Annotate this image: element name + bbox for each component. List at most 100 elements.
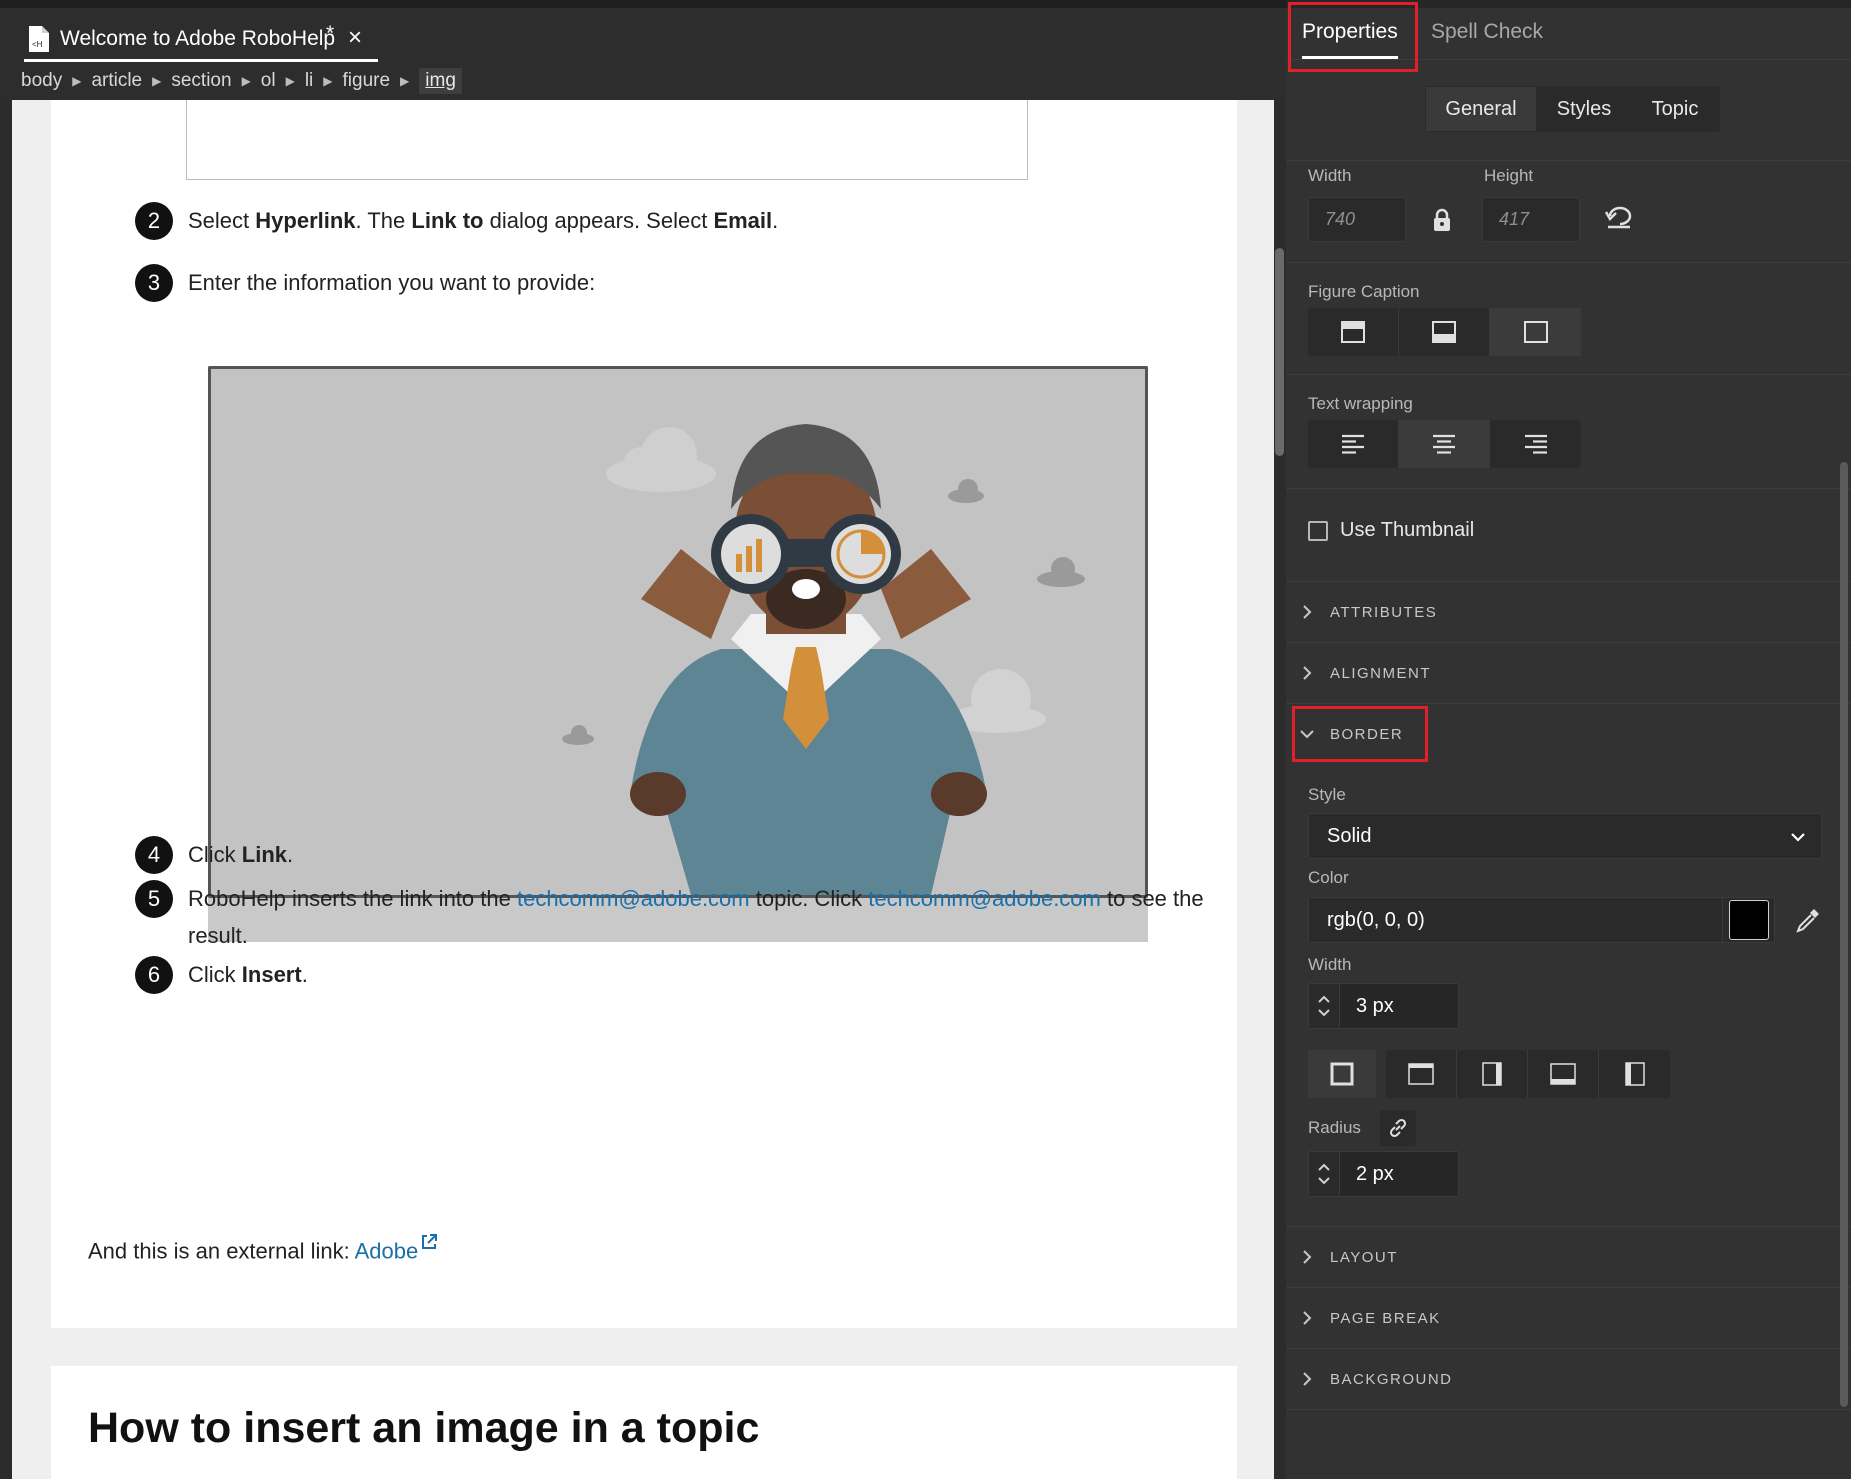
document-tab-bar: <H Welcome to Adobe RoboHelp * × <box>0 0 1286 62</box>
figure-caption-label: Figure Caption <box>1308 282 1420 301</box>
step-number: 5 <box>135 880 173 918</box>
topic-file-icon: <H <box>29 25 49 52</box>
email-link[interactable]: techcomm@adobe.com <box>868 886 1101 911</box>
border-color-swatch[interactable] <box>1729 900 1769 940</box>
breadcrumb-item[interactable]: figure <box>343 70 391 92</box>
list-item-step-2[interactable]: 2 Select Hyperlink. The Link to dialog a… <box>135 202 778 240</box>
border-width-label: Width <box>1308 955 1352 974</box>
tab-spell-check[interactable]: Spell Check <box>1431 20 1543 44</box>
section-background[interactable]: BACKGROUND <box>1286 1349 1851 1409</box>
list-item-step-3[interactable]: 3 Enter the information you want to prov… <box>135 264 595 302</box>
border-style-label: Style <box>1308 785 1346 804</box>
divider <box>1286 160 1851 161</box>
document-tab-title: Welcome to Adobe RoboHelp <box>60 26 336 50</box>
chevron-down-icon <box>1791 833 1805 842</box>
step-number: 4 <box>135 836 173 874</box>
chevron-right-icon <box>1303 1311 1312 1325</box>
section-attributes[interactable]: ATTRIBUTES <box>1286 582 1851 642</box>
breadcrumb-separator-icon: ▶ <box>285 74 295 88</box>
border-style-select[interactable]: Solid <box>1308 813 1822 859</box>
document-page: How to insert an image in a topic <box>51 1366 1237 1479</box>
border-all-sides-button[interactable] <box>1308 1050 1376 1098</box>
section-alignment[interactable]: ALIGNMENT <box>1286 643 1851 703</box>
border-radius-arrows[interactable] <box>1308 1151 1340 1197</box>
properties-segment-control: General Styles Topic <box>1425 86 1720 132</box>
figure[interactable] <box>208 366 1148 942</box>
caption-top-button[interactable] <box>1308 308 1399 356</box>
border-width-input[interactable]: 3 px <box>1340 983 1459 1029</box>
document-tab[interactable]: <H Welcome to Adobe RoboHelp * × <box>24 18 378 62</box>
previous-image-frame[interactable] <box>186 100 1028 180</box>
border-top-icon <box>1408 1063 1434 1085</box>
breadcrumb-current-item[interactable]: img <box>419 68 462 94</box>
segment-styles[interactable]: Styles <box>1536 87 1631 131</box>
caption-none-icon <box>1523 321 1548 343</box>
eyedropper-icon[interactable] <box>1794 906 1822 934</box>
highlight-box-properties <box>1288 2 1418 72</box>
width-input[interactable]: 740 <box>1308 197 1406 242</box>
height-input[interactable]: 417 <box>1482 197 1580 242</box>
border-bottom-icon <box>1550 1063 1576 1085</box>
divider <box>1286 262 1851 263</box>
use-thumbnail-checkbox[interactable] <box>1308 521 1328 541</box>
close-tab-icon[interactable]: × <box>348 24 362 52</box>
stepper-up-down-icon <box>1318 995 1330 1017</box>
breadcrumb-separator-icon: ▶ <box>241 74 251 88</box>
divider <box>1286 488 1851 489</box>
step-number: 3 <box>135 264 173 302</box>
panel-scrollbar-thumb[interactable] <box>1840 462 1848 1407</box>
border-bottom-button[interactable] <box>1528 1050 1599 1098</box>
step-text: RoboHelp inserts the link into the techc… <box>188 886 1204 948</box>
align-center-icon <box>1433 434 1455 454</box>
link-radius-button[interactable] <box>1380 1110 1416 1146</box>
external-link-paragraph: And this is an external link: Adobe <box>88 1234 438 1264</box>
step-text: Click Insert. <box>188 962 308 987</box>
align-right-icon <box>1524 434 1547 454</box>
list-item-step-6[interactable]: 6 Click Insert. <box>135 956 308 994</box>
breadcrumb-separator-icon: ▶ <box>400 74 410 88</box>
border-right-button[interactable] <box>1457 1050 1528 1098</box>
email-link[interactable]: techcomm@adobe.com <box>517 886 750 911</box>
caption-bottom-icon <box>1432 321 1456 343</box>
list-item-step-4[interactable]: 4 Click Link. <box>135 836 293 874</box>
binoculars-illustration-image[interactable] <box>208 366 1148 898</box>
wrap-right-button[interactable] <box>1490 420 1581 468</box>
segment-topic[interactable]: Topic <box>1631 87 1719 131</box>
width-label: Width <box>1308 166 1352 185</box>
wrap-center-button[interactable] <box>1399 420 1490 468</box>
caption-bottom-button[interactable] <box>1399 308 1490 356</box>
step-text: Enter the information you want to provid… <box>188 270 596 295</box>
divider <box>1286 1409 1851 1410</box>
reset-size-icon[interactable] <box>1604 206 1634 232</box>
breadcrumb-item[interactable]: li <box>305 70 313 92</box>
border-color-input[interactable]: rgb(0, 0, 0) <box>1308 897 1723 943</box>
section-page-break[interactable]: PAGE BREAK <box>1286 1288 1851 1348</box>
breadcrumb-separator-icon: ▶ <box>72 74 82 88</box>
height-label: Height <box>1484 166 1534 185</box>
border-top-button[interactable] <box>1386 1050 1457 1098</box>
border-left-button[interactable] <box>1599 1050 1670 1098</box>
border-right-icon <box>1482 1062 1502 1086</box>
document-canvas[interactable]: 2 Select Hyperlink. The Link to dialog a… <box>12 100 1274 1479</box>
breadcrumb-item[interactable]: section <box>171 70 231 92</box>
border-radius-stepper: 2 px <box>1308 1151 1463 1197</box>
chevron-right-icon <box>1303 605 1312 619</box>
segment-general[interactable]: General <box>1426 87 1536 131</box>
breadcrumb-item[interactable]: body <box>21 70 62 92</box>
list-item-step-5[interactable]: 5 RoboHelp inserts the link into the tec… <box>135 880 1204 954</box>
step-number: 2 <box>135 202 173 240</box>
unsaved-indicator: * <box>326 22 335 45</box>
step-number: 6 <box>135 956 173 994</box>
wrap-left-button[interactable] <box>1308 420 1399 468</box>
breadcrumb-item[interactable]: ol <box>261 70 276 92</box>
breadcrumb-item[interactable]: article <box>91 70 142 92</box>
align-left-icon <box>1342 434 1364 454</box>
border-width-arrows[interactable] <box>1308 983 1340 1029</box>
border-radius-input[interactable]: 2 px <box>1340 1151 1459 1197</box>
external-link-adobe[interactable]: Adobe <box>355 1238 419 1263</box>
chevron-right-icon <box>1303 666 1312 680</box>
editor-scrollbar-thumb[interactable] <box>1275 248 1284 456</box>
lock-aspect-icon[interactable] <box>1432 208 1452 232</box>
section-layout[interactable]: LAYOUT <box>1286 1227 1851 1287</box>
caption-none-button[interactable] <box>1490 308 1581 356</box>
